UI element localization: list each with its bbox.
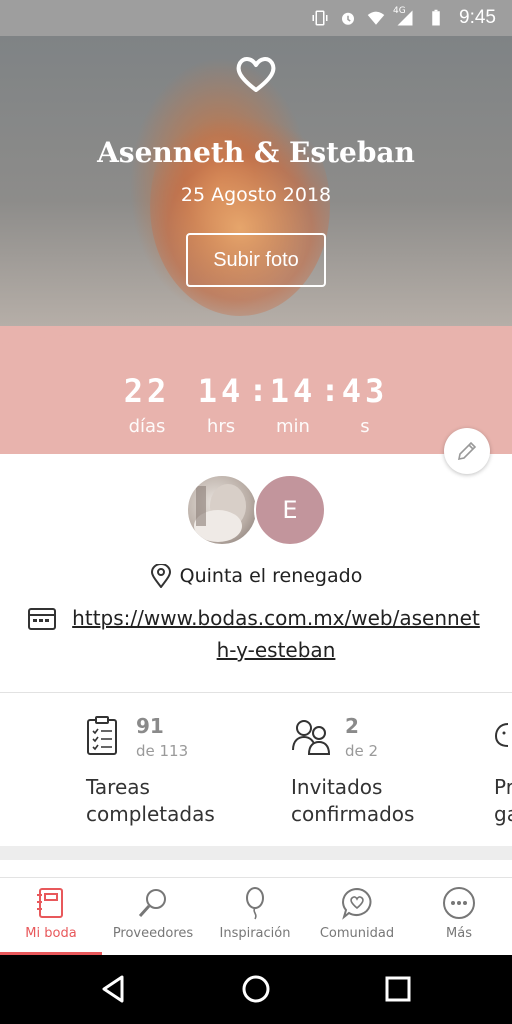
- heart-icon: [236, 57, 276, 92]
- wifi-icon: [367, 11, 385, 25]
- chat-heart-icon: [342, 887, 372, 920]
- section-divider: [0, 692, 512, 693]
- guests-label: Invitados confirmados: [291, 775, 415, 826]
- piggy-bank-icon: [494, 723, 509, 747]
- section-divider: [0, 846, 512, 860]
- home-icon[interactable]: [240, 973, 272, 1005]
- band-wave: [0, 326, 512, 358]
- nav-mi-boda[interactable]: Mi boda: [0, 878, 102, 956]
- nav-label: Proveedores: [112, 926, 194, 941]
- bottom-navigation: Mi boda Proveedores Inspiración Comunida…: [0, 877, 512, 956]
- location-pin-icon: [150, 564, 171, 588]
- guests-total: de 2: [345, 742, 379, 760]
- nav-comunidad[interactable]: Comunidad: [306, 878, 408, 956]
- browser-window-icon: [28, 608, 56, 630]
- guests-icon: [292, 720, 331, 755]
- partner-avatar[interactable]: E: [254, 474, 326, 546]
- nav-label: Inspiración: [219, 926, 291, 941]
- battery-icon: [432, 9, 440, 26]
- avatar-photo[interactable]: [186, 474, 258, 546]
- countdown-days: 22 días: [110, 372, 184, 437]
- venue-location: Quinta el renegado: [0, 564, 512, 588]
- recents-icon[interactable]: [382, 973, 414, 1005]
- days-unit: días: [128, 416, 166, 437]
- avatar-image: [194, 484, 246, 542]
- tasks-label: Tareas completadas: [86, 775, 215, 826]
- alarm-icon: [342, 12, 355, 25]
- guests-confirmed-value: 2: [345, 714, 359, 738]
- location-text: Quinta el renegado: [179, 565, 363, 587]
- days-value: 22: [123, 372, 171, 410]
- wedding-website-row: https://www.bodas.com.mx/web/asenneth-y-…: [28, 602, 488, 666]
- hours-value: 14: [197, 372, 245, 410]
- system-navigation-bar: [0, 955, 512, 1024]
- couple-name: Asenneth & Esteban: [97, 136, 415, 169]
- minutes-unit: min: [276, 416, 310, 437]
- wedding-website-link[interactable]: https://www.bodas.com.mx/web/asenneth-y-…: [66, 602, 486, 666]
- clock: 9:45: [459, 7, 496, 28]
- hero-cover-photo: Asenneth & Esteban 25 Agosto 2018 Subir …: [0, 36, 512, 336]
- notebook-icon: [37, 888, 63, 918]
- back-icon[interactable]: [98, 973, 130, 1005]
- vibrate-icon: [312, 10, 328, 26]
- tasks-done-value: 91: [136, 714, 164, 738]
- seconds-value: 43: [341, 372, 389, 410]
- upload-photo-button[interactable]: Subir foto: [186, 233, 326, 287]
- minutes-value: 14: [269, 372, 317, 410]
- nav-inspiracion[interactable]: Inspiración: [204, 878, 306, 956]
- edit-wedding-button[interactable]: [444, 428, 490, 474]
- pencil-icon: [457, 441, 477, 461]
- balloon-icon: [246, 887, 264, 920]
- hours-unit: hrs: [206, 416, 236, 437]
- nav-label: Mi boda: [25, 926, 77, 941]
- countdown-hours: 14 hrs: [184, 372, 258, 437]
- countdown-minutes: 14 min: [256, 372, 330, 437]
- status-bar: 4G 9:45: [0, 0, 512, 36]
- search-icon: [138, 889, 166, 918]
- signal-icon: 4G: [393, 6, 417, 27]
- countdown-seconds: 43 s: [328, 372, 402, 437]
- more-icon: [443, 887, 475, 919]
- wedding-date: 25 Agosto 2018: [180, 184, 332, 206]
- nav-proveedores[interactable]: Proveedores: [102, 878, 204, 956]
- nav-mas[interactable]: Más: [408, 878, 510, 956]
- budget-label: Pr ga: [494, 775, 512, 826]
- tasks-total: de 113: [136, 742, 189, 760]
- seconds-unit: s: [360, 416, 370, 437]
- checklist-icon: [87, 716, 117, 755]
- network-type: 4G: [393, 6, 406, 16]
- nav-label: Más: [446, 926, 472, 941]
- nav-label: Comunidad: [319, 926, 395, 941]
